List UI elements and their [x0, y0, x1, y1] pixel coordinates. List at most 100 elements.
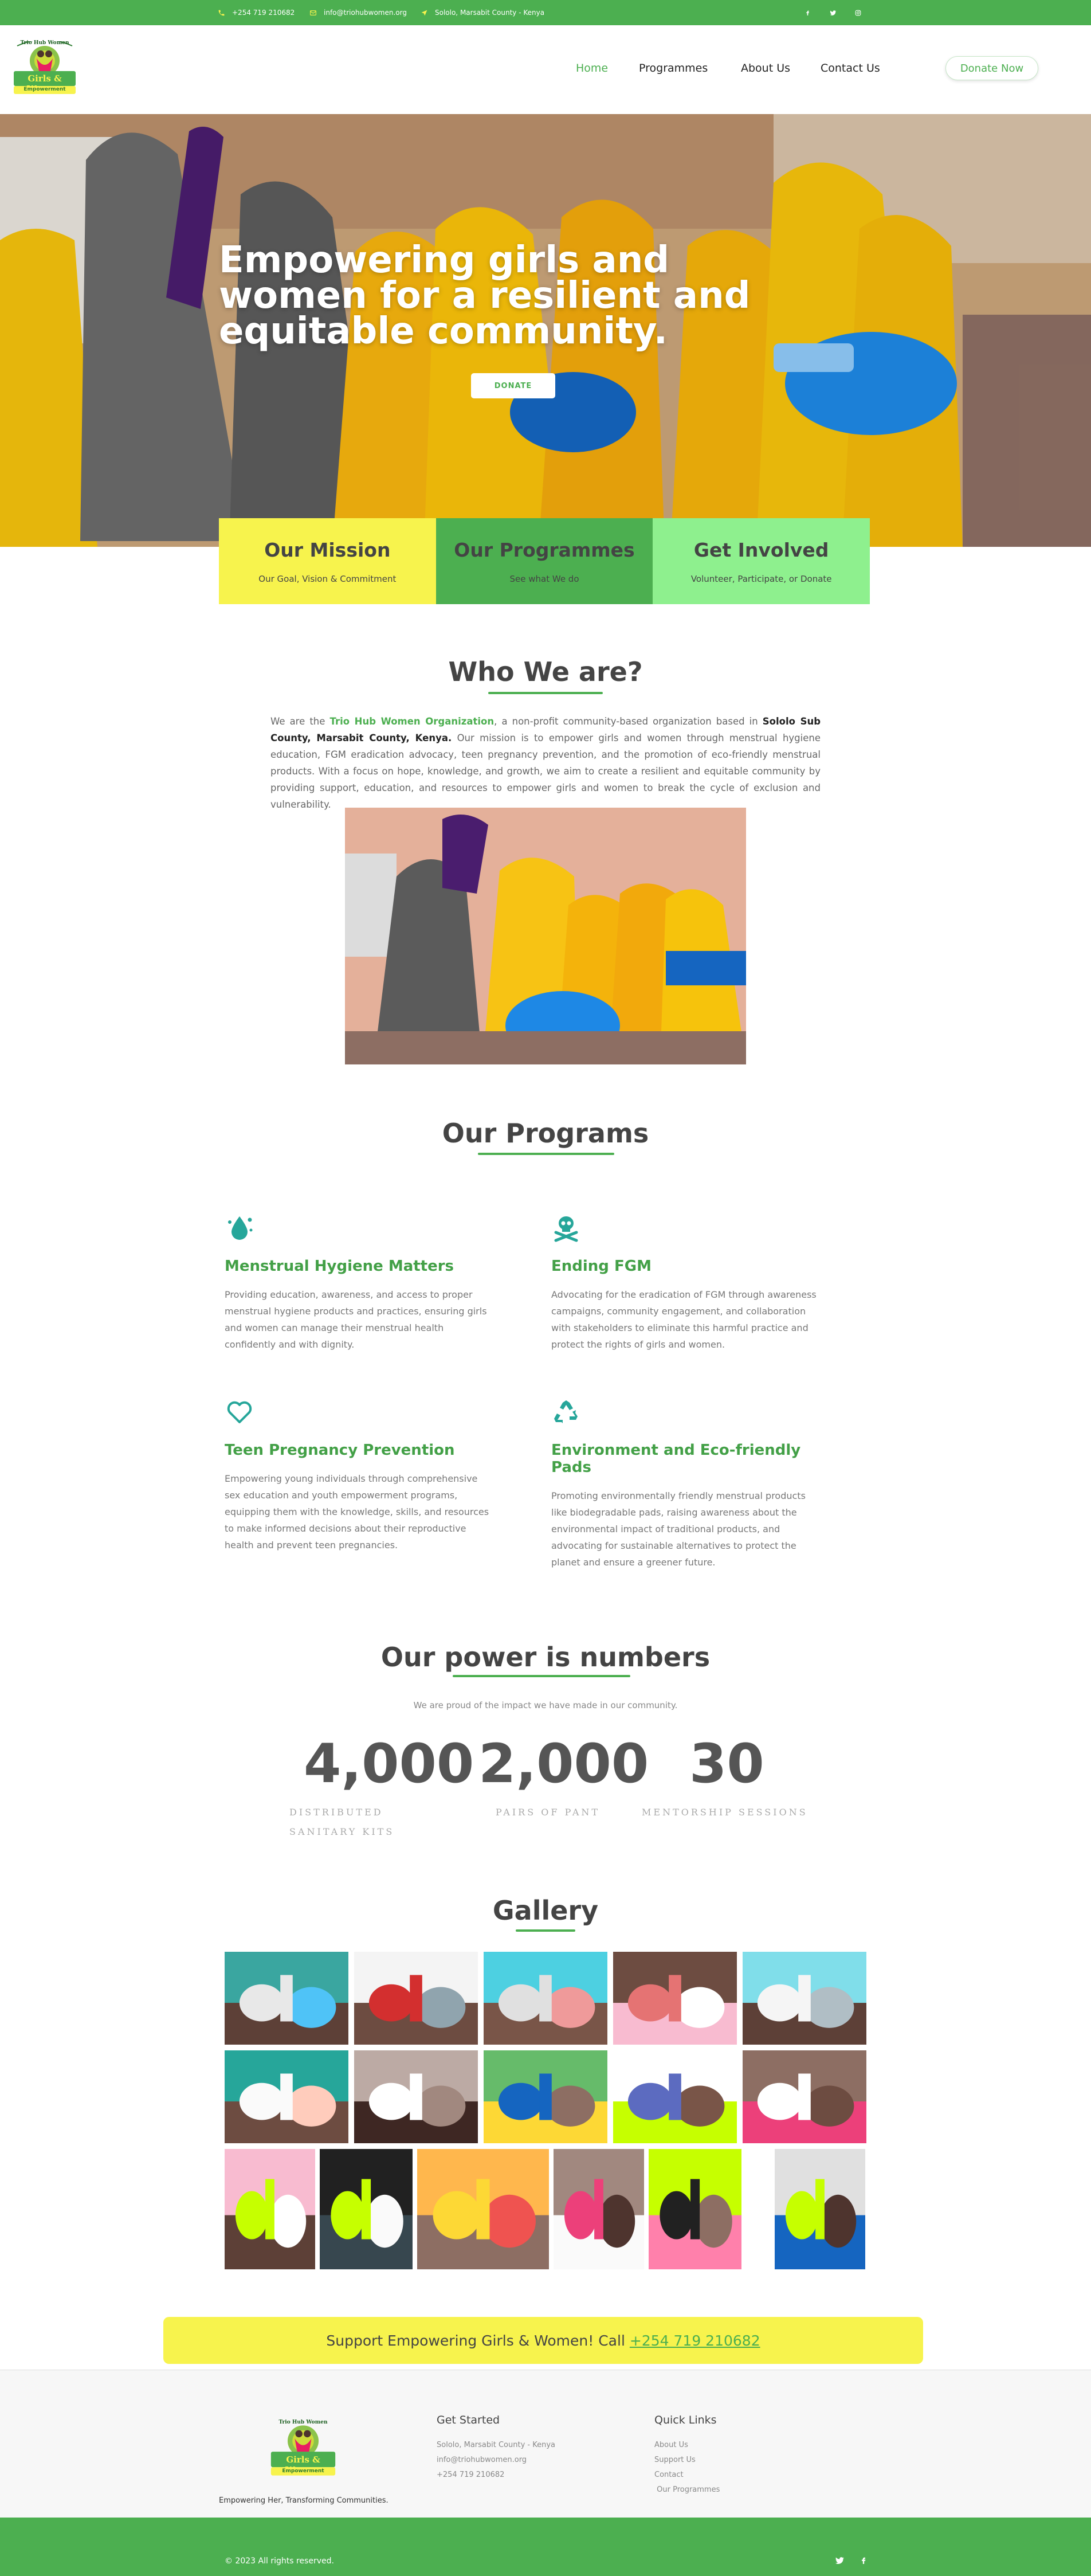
- title-underline: [478, 1153, 614, 1155]
- twitter-icon[interactable]: [834, 2555, 846, 2567]
- who-text-mid: , a non-profit community-based organizat…: [494, 716, 763, 727]
- footer-link-support-us[interactable]: Support Us: [654, 2453, 720, 2468]
- who-title: Who We are?: [448, 656, 643, 687]
- gallery-photo[interactable]: [613, 1952, 737, 2045]
- stat-label: DISTRIBUTED SANITARY KITS: [289, 1807, 395, 1837]
- gallery-title: Gallery: [492, 1895, 599, 1926]
- topbar-phone[interactable]: +254 719 210682: [218, 9, 295, 17]
- nav-programmes[interactable]: Programmes: [639, 62, 708, 75]
- title-underline: [453, 1675, 630, 1677]
- program-title: Environment and Eco-friendly Pads: [551, 1442, 801, 1476]
- gallery-photo[interactable]: [417, 2149, 549, 2269]
- programs-title: Our Programs: [442, 1118, 649, 1149]
- gallery-photo[interactable]: [354, 2050, 478, 2143]
- stat-mentorship: 30 MENTORSHIP SESSIONS: [642, 1737, 808, 1822]
- top-bar: +254 719 210682 info@triohubwomen.org So…: [0, 0, 1091, 25]
- card-title: Our Mission: [264, 538, 391, 561]
- stat-sanitary-kits: 4,000 DISTRIBUTED SANITARY KITS: [289, 1733, 474, 1842]
- card-title: Our Programmes: [454, 538, 635, 561]
- stat-value: 4,000: [304, 1733, 474, 1795]
- envelope-icon: [310, 10, 316, 15]
- program-eco-pads: Environment and Eco-friendly Pads Promot…: [551, 1397, 821, 1571]
- phone-icon: [218, 10, 225, 15]
- program-text: Advocating for the eradication of FGM th…: [551, 1289, 817, 1350]
- site-logo[interactable]: Trio Hub Women Girls & Women Empowerment: [11, 39, 78, 101]
- site-header: Trio Hub Women Girls & Women Empowerment…: [0, 25, 1091, 114]
- support-cta-banner: Support Empowering Girls & Women! Call +…: [163, 2317, 923, 2364]
- droplet-icon: [228, 1216, 253, 1240]
- footer-get-started: Get Started Sololo, Marsabit County - Ke…: [437, 2414, 555, 2483]
- program-title: Menstrual Hygiene Matters: [225, 1258, 454, 1275]
- twitter-icon[interactable]: [826, 6, 839, 19]
- card-subtitle: Volunteer, Participate, or Donate: [690, 573, 832, 584]
- cta-text: Support Empowering Girls & Women! Call: [326, 2332, 625, 2349]
- who-text-start: We are the: [270, 716, 330, 727]
- footer-bottom-bar: © 2023 All rights reserved.: [0, 2518, 1091, 2576]
- numbers-subtitle: We are proud of the impact we have made …: [413, 1700, 678, 1710]
- stat-label: PAIRS OF PANT: [496, 1807, 601, 1818]
- topbar-email[interactable]: info@triohubwomen.org: [309, 9, 407, 17]
- copyright: © 2023 All rights reserved.: [225, 2557, 334, 2566]
- who-we-are-image: [345, 808, 746, 1064]
- gallery-photo[interactable]: [743, 2050, 866, 2143]
- feature-cards: Our Mission Our Goal, Vision & Commitmen…: [219, 518, 870, 604]
- hero-donate-button[interactable]: DONATE: [471, 373, 555, 398]
- nav-home[interactable]: Home: [576, 62, 608, 75]
- footer-email[interactable]: info@triohubwomen.org: [437, 2453, 555, 2468]
- footer-logo[interactable]: Trio Hub Women Girls & Women Empowerment: [268, 2420, 338, 2483]
- gallery-photo[interactable]: [649, 2149, 741, 2269]
- cta-phone-link[interactable]: +254 719 210682: [630, 2332, 760, 2349]
- gallery-photo[interactable]: [775, 2149, 865, 2269]
- footer-phone[interactable]: +254 719 210682: [437, 2468, 555, 2483]
- hero-heading: Empowering girls and women for a resilie…: [219, 239, 751, 353]
- footer-link-programmes[interactable]: Our Programmes: [654, 2483, 720, 2497]
- gallery-photo[interactable]: [225, 1952, 348, 2045]
- gallery-photo[interactable]: [225, 2149, 315, 2269]
- card-get-involved[interactable]: Get Involved Volunteer, Participate, or …: [653, 518, 870, 604]
- nav-about-us[interactable]: About Us: [741, 62, 790, 75]
- donate-now-button[interactable]: Donate Now: [945, 56, 1038, 80]
- gallery-photo[interactable]: [354, 1952, 478, 2045]
- card-title: Get Involved: [693, 538, 829, 561]
- footer-quick-links: Quick Links About Us Support Us Contact …: [654, 2414, 720, 2497]
- who-text-end: Our mission is to empower girls and wome…: [270, 733, 821, 810]
- footer-link-about-us[interactable]: About Us: [654, 2438, 720, 2453]
- title-underline: [488, 692, 603, 694]
- gallery-photo[interactable]: [225, 2050, 348, 2143]
- gallery-photo[interactable]: [613, 2050, 737, 2143]
- topbar-phone-text: +254 719 210682: [232, 9, 295, 17]
- gallery-photo[interactable]: [484, 1952, 607, 2045]
- topbar-location-text: Sololo, Marsabit County - Kenya: [435, 9, 545, 17]
- program-teen-pregnancy: Teen Pregnancy Prevention Empowering you…: [225, 1397, 494, 1553]
- program-text: Providing education, awareness, and acce…: [225, 1289, 487, 1350]
- nav-contact-us[interactable]: Contact Us: [821, 62, 880, 75]
- facebook-icon[interactable]: [858, 2555, 870, 2567]
- footer-col-title: Get Started: [437, 2414, 500, 2426]
- program-ending-fgm: Ending FGM Advocating for the eradicatio…: [551, 1213, 821, 1353]
- footer-link-contact[interactable]: Contact: [654, 2468, 720, 2483]
- card-our-programmes[interactable]: Our Programmes See what We do: [435, 518, 653, 604]
- logo-line3: Empowerment: [282, 2468, 324, 2474]
- logo-line1: Trio Hub Women: [20, 40, 69, 46]
- stat-pairs-of-pant: 2,000 PAIRS OF PANT: [478, 1737, 649, 1822]
- topbar-email-text: info@triohubwomen.org: [324, 9, 407, 17]
- card-our-mission[interactable]: Our Mission Our Goal, Vision & Commitmen…: [219, 518, 436, 604]
- gallery-photo[interactable]: [484, 2050, 607, 2143]
- footer-address: Sololo, Marsabit County - Kenya: [437, 2441, 555, 2449]
- gallery-photo[interactable]: [320, 2149, 413, 2269]
- instagram-icon[interactable]: [851, 6, 864, 19]
- title-underline: [516, 1929, 575, 1932]
- who-paragraph: We are the Trio Hub Women Organization, …: [270, 713, 821, 813]
- numbers-title: Our power is numbers: [380, 1642, 711, 1673]
- hero-section: Empowering girls and women for a resilie…: [0, 114, 1091, 547]
- logo-line3: Empowerment: [23, 87, 66, 92]
- gallery-photo[interactable]: [743, 1952, 866, 2045]
- gallery-photo[interactable]: [554, 2149, 644, 2269]
- recycle-icon: [554, 1400, 578, 1423]
- org-link[interactable]: Trio Hub Women Organization: [330, 716, 495, 727]
- program-title: Ending FGM: [551, 1258, 652, 1275]
- topbar-location: Sololo, Marsabit County - Kenya: [421, 9, 544, 17]
- facebook-icon[interactable]: [801, 6, 814, 19]
- stat-label: MENTORSHIP SESSIONS: [642, 1807, 808, 1818]
- program-text: Empowering young individuals through com…: [225, 1473, 489, 1551]
